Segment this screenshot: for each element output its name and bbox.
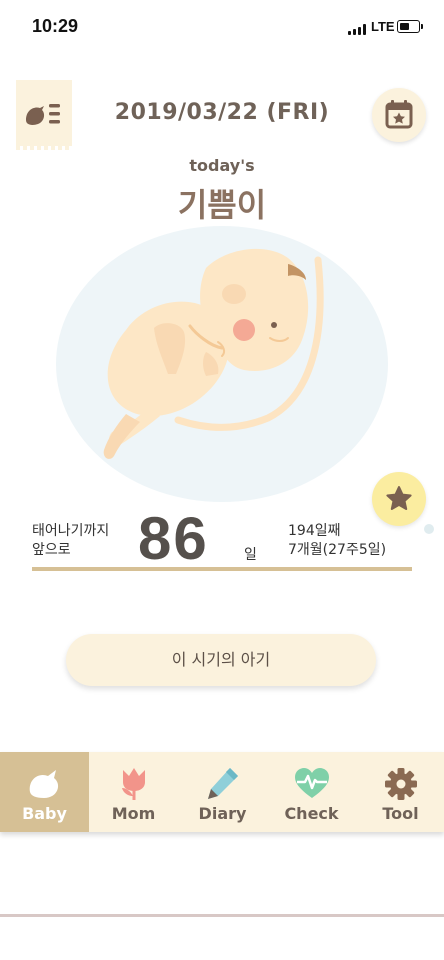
tab-check-label: Check [284,804,339,823]
tulip-icon [122,768,145,800]
days-left: 86 [138,505,209,572]
tab-bar: Baby Mom Diary Check Tool [0,752,444,832]
elapsed-days: 194일째 [288,523,341,539]
status-time: 10:29 [32,16,79,36]
tab-check[interactable]: Check [267,752,356,832]
battery-icon [397,20,423,33]
countdown-label-2: 앞으로 [32,542,71,558]
pregnancy-progress [32,567,412,571]
tab-diary-label: Diary [198,804,247,823]
tab-diary[interactable]: Diary [178,752,267,832]
tab-mom[interactable]: Mom [89,752,178,832]
favorite-button[interactable] [372,472,426,526]
tab-tool-label: Tool [382,804,419,823]
this-stage-baby-button[interactable]: 이 시기의 아기 [66,634,376,686]
baby-name: 기쁨이 [177,186,267,224]
days-unit: 일 [244,547,257,563]
signal-icon [348,24,368,35]
status-bar: 10:29 LTE [0,0,444,52]
tab-baby-label: Baby [22,804,67,823]
countdown-label-1: 태어나기까지 [32,523,110,539]
tab-mom-label: Mom [111,804,156,823]
bottom-divider [0,914,444,917]
calendar-star-icon [385,100,413,129]
pencil-icon [208,768,238,799]
tab-baby[interactable]: Baby [0,752,89,832]
tab-tool[interactable]: Tool [356,752,444,832]
star-icon [386,486,412,510]
network-type: LTE [371,19,395,34]
decor-dot [424,524,434,534]
pregnancy-week: 7개월(27주5일) [288,542,387,558]
pregnancy-progress-fill [32,567,412,571]
fetus-illustration [56,226,388,502]
gear-icon [385,768,417,800]
calendar-button[interactable] [372,88,426,142]
heartbeat-icon [295,768,329,798]
bird-icon [29,770,59,798]
todays-caption: today's [189,156,255,175]
